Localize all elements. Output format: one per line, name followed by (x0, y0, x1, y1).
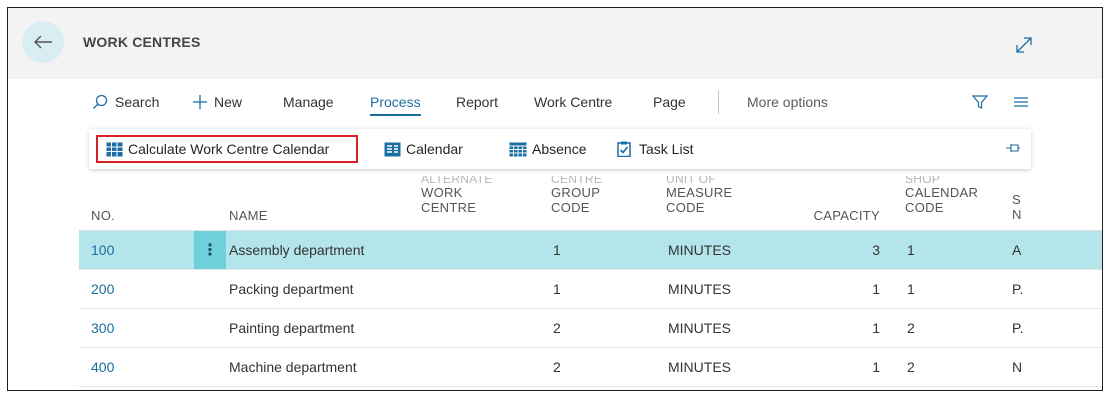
cell-name: Assembly department (229, 242, 365, 258)
cell-uom-code: MINUTES (668, 281, 731, 297)
column-header-next-line2: N (1012, 207, 1022, 222)
table-row[interactable]: 400 Machine department 2 MINUTES 1 2 N (79, 348, 1102, 387)
column-header-next[interactable]: S N (1012, 192, 1024, 222)
cell-calendar-code: 1 (907, 281, 915, 297)
manage-tab[interactable]: Manage (283, 94, 334, 110)
column-header-no[interactable]: NO. (91, 208, 115, 223)
process-actions-panel: Calculate Work Centre Calendar Calendar … (89, 129, 1031, 169)
cell-no[interactable]: 300 (91, 320, 114, 336)
cell-name: Painting department (229, 320, 355, 336)
list-view-icon[interactable] (1013, 94, 1029, 110)
column-header-uom-hidden: UNIT OF (666, 176, 716, 185)
search-icon (93, 94, 108, 109)
work-centres-window: WORK CENTRES Search New Manage Process R… (7, 7, 1103, 391)
expand-icon[interactable] (1014, 35, 1034, 55)
column-header-alternate-hidden: ALTERNATE (421, 176, 493, 185)
cell-group-code: 1 (553, 281, 561, 297)
column-header-uom-line2: CODE (666, 200, 705, 215)
active-tab-underline (370, 114, 421, 116)
new-label: New (214, 94, 243, 110)
report-tab[interactable]: Report (456, 94, 498, 110)
cell-uom-code: MINUTES (668, 359, 731, 375)
absence-label: Absence (532, 141, 587, 157)
task-list-label: Task List (639, 141, 694, 157)
cell-no[interactable]: 400 (91, 359, 114, 375)
cell-no[interactable]: 100 (91, 242, 114, 258)
cell-group-code: 2 (553, 320, 561, 336)
work-centre-tab[interactable]: Work Centre (534, 94, 612, 110)
column-header-group-code[interactable]: CENTRE GROUP CODE (551, 176, 602, 215)
column-header-name[interactable]: NAME (229, 208, 268, 223)
table-row[interactable]: 300 Painting department 2 MINUTES 1 2 P. (79, 309, 1102, 348)
column-header-group-hidden: CENTRE (551, 176, 603, 185)
column-header-group-line1: GROUP (551, 185, 601, 200)
more-options-button[interactable]: More options (747, 94, 828, 110)
column-header-shop-hidden: SHOP (905, 176, 941, 185)
column-header-shop-line1: CALENDAR (905, 185, 979, 200)
column-header-shop-line2: CODE (905, 200, 944, 215)
cell-next: P. (1012, 320, 1024, 336)
column-header-uom-line1: MEASURE (666, 185, 733, 200)
cell-group-code: 2 (553, 359, 561, 375)
cell-uom-code: MINUTES (668, 320, 731, 336)
task-list-button[interactable]: Task List (617, 141, 693, 157)
cell-uom-code: MINUTES (668, 242, 731, 258)
column-header-alternate-label: WORK CENTRE (421, 185, 477, 215)
cell-next: A (1012, 242, 1022, 258)
column-header-capacity[interactable]: CAPACITY (799, 208, 880, 223)
cell-capacity: 1 (872, 359, 880, 375)
absence-button[interactable]: Absence (509, 141, 586, 157)
column-header-uom-code[interactable]: UNIT OF MEASURE CODE (666, 176, 732, 215)
table-row[interactable]: 100 ⋮ Assembly department 1 MINUTES 3 1 … (79, 231, 1102, 270)
clipboard-check-icon (617, 141, 631, 157)
action-bar: Search New Manage Process Report Work Ce… (92, 90, 1042, 116)
cell-capacity: 1 (872, 281, 880, 297)
calculate-label: Calculate Work Centre Calendar (128, 141, 330, 157)
cell-next: N (1012, 359, 1023, 375)
cell-capacity: 3 (872, 242, 880, 258)
cell-calendar-code: 2 (907, 359, 915, 375)
row-menu-button[interactable]: ⋮ (194, 231, 226, 269)
back-button[interactable] (22, 21, 64, 63)
process-label: Process (370, 94, 421, 110)
column-header-shop-calendar-code[interactable]: SHOP CALENDAR CODE (905, 176, 978, 215)
search-label: Search (115, 94, 160, 110)
plus-icon (193, 95, 207, 109)
action-bar-divider (718, 90, 719, 114)
cell-calendar-code: 2 (907, 320, 915, 336)
pin-icon[interactable] (1005, 141, 1021, 160)
calendar-grid-icon (106, 142, 123, 156)
calendar-icon (384, 142, 401, 156)
cell-no[interactable]: 200 (91, 281, 114, 297)
page-tab[interactable]: Page (653, 94, 686, 110)
arrow-left-icon (34, 35, 52, 49)
cell-name: Packing department (229, 281, 354, 297)
new-button[interactable]: New (192, 94, 242, 110)
calendar-label: Calendar (406, 141, 463, 157)
search-button[interactable]: Search (92, 94, 159, 110)
absence-icon (509, 142, 527, 156)
column-header-next-line1: S (1012, 192, 1021, 207)
table-row[interactable]: 200 Packing department 1 MINUTES 1 1 P. (79, 270, 1102, 309)
page-title: WORK CENTRES (83, 34, 201, 50)
calculate-work-centre-calendar-button[interactable]: Calculate Work Centre Calendar (106, 141, 329, 157)
cell-group-code: 1 (553, 242, 561, 258)
filter-icon[interactable] (972, 94, 988, 110)
column-header-group-line2: CODE (551, 200, 590, 215)
cell-capacity: 1 (872, 320, 880, 336)
cell-name: Machine department (229, 359, 357, 375)
work-centres-table: NO. NAME ALTERNATE WORK CENTRE CENTRE GR… (79, 168, 1102, 390)
calendar-button[interactable]: Calendar (384, 141, 463, 157)
column-header-alternate[interactable]: ALTERNATE WORK CENTRE (421, 176, 501, 215)
cell-calendar-code: 1 (907, 242, 915, 258)
cell-next: P. (1012, 281, 1024, 297)
process-tab[interactable]: Process (370, 94, 421, 116)
